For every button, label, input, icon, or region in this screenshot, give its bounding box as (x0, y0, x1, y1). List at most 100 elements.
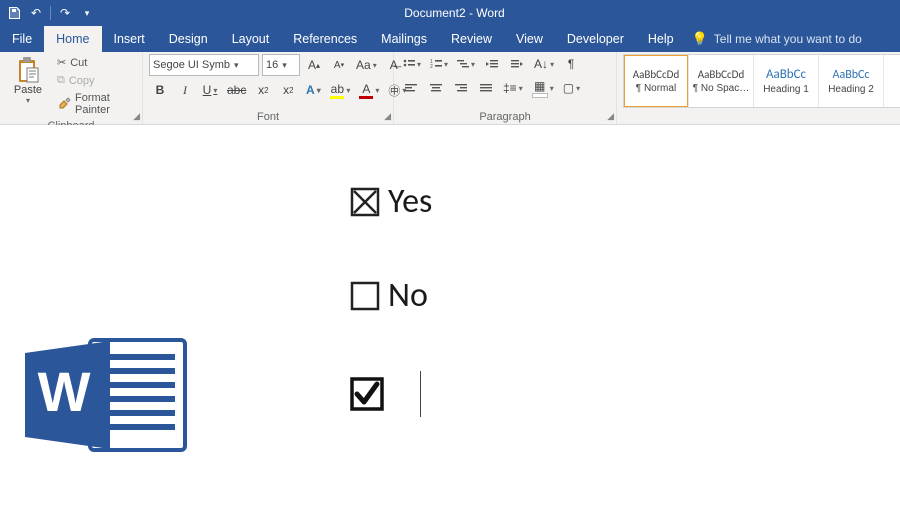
clipboard-launcher-icon[interactable]: ◢ (133, 111, 140, 122)
style-name: Heading 2 (828, 84, 874, 95)
style-title[interactable]: AaB Title (884, 55, 900, 107)
justify-button[interactable] (475, 78, 497, 98)
group-paragraph: 12 A↓ ¶ ‡≡ ▦ ▢ Paragraph ◢ (394, 52, 617, 124)
line-spacing-button[interactable]: ‡≡ (500, 78, 526, 98)
decrease-indent-button[interactable] (481, 54, 503, 74)
checkbox-empty-icon (350, 281, 380, 311)
style-heading-1[interactable]: AaBbCc Heading 1 (754, 55, 819, 107)
tab-mailings[interactable]: Mailings (369, 26, 439, 52)
save-icon[interactable] (6, 5, 22, 21)
doc-text: Yes (388, 181, 432, 222)
paste-label: Paste (14, 84, 42, 96)
doc-line-no[interactable]: No (350, 275, 428, 316)
font-launcher-icon[interactable]: ◢ (384, 111, 391, 122)
font-color-button[interactable]: A (356, 80, 382, 100)
align-right-button[interactable] (450, 78, 472, 98)
tab-home[interactable]: Home (44, 26, 101, 52)
lightbulb-icon: 💡 (692, 31, 708, 47)
align-center-button[interactable] (425, 78, 447, 98)
ribbon: Paste ▾ ✂ Cut ⧉ Copy Format Painter (0, 52, 900, 125)
show-marks-button[interactable]: ¶ (560, 54, 582, 74)
tab-layout[interactable]: Layout (220, 26, 282, 52)
cut-button[interactable]: ✂ Cut (54, 54, 136, 71)
style-name: ¶ No Spac… (693, 83, 750, 94)
multilevel-list-button[interactable] (454, 54, 478, 74)
redo-icon[interactable]: ↷ (57, 5, 73, 21)
format-painter-label: Format Painter (75, 92, 133, 116)
tab-review[interactable]: Review (439, 26, 504, 52)
cut-label: Cut (70, 57, 87, 69)
numbering-button[interactable]: 12 (427, 54, 451, 74)
format-painter-button[interactable]: Format Painter (54, 90, 136, 118)
window-title: Document2 - Word (95, 6, 814, 20)
group-clipboard: Paste ▾ ✂ Cut ⧉ Copy Format Painter (0, 52, 143, 124)
brush-icon (57, 97, 71, 111)
subscript-button[interactable]: x2 (252, 80, 274, 100)
tab-developer[interactable]: Developer (555, 26, 636, 52)
shading-button[interactable]: ▦ (529, 78, 557, 98)
shrink-font-button[interactable]: A▾ (328, 55, 350, 75)
group-paragraph-label: Paragraph (400, 109, 610, 124)
group-styles: AaBbCcDd ¶ Normal AaBbCcDd ¶ No Spac… Aa… (617, 52, 900, 124)
bold-button[interactable]: B (149, 80, 171, 100)
increase-indent-button[interactable] (506, 54, 528, 74)
quick-access-toolbar: ↶ ↷ ▾ (6, 5, 95, 21)
style-preview: AaBbCc (766, 67, 806, 82)
checkbox-checked-icon (350, 377, 384, 411)
qat-dropdown-icon[interactable]: ▾ (79, 5, 95, 21)
strikethrough-button[interactable]: abc (224, 80, 249, 100)
paste-button[interactable]: Paste ▾ (6, 54, 50, 107)
style-preview: AaBbCcDd (698, 68, 744, 81)
copy-label: Copy (69, 75, 95, 87)
qat-separator (50, 6, 51, 20)
grow-font-button[interactable]: A▴ (303, 55, 325, 75)
doc-line-check[interactable] (350, 377, 392, 411)
doc-line-yes[interactable]: Yes (350, 181, 432, 222)
document-canvas[interactable]: W Yes No (0, 125, 900, 508)
chevron-down-icon: ▾ (234, 60, 239, 71)
word-logo-icon: W (20, 335, 190, 455)
align-left-button[interactable] (400, 78, 422, 98)
chevron-down-icon: ▾ (282, 60, 287, 71)
copy-icon: ⧉ (57, 74, 65, 87)
font-size-combo[interactable]: 16▾ (262, 54, 300, 76)
tell-me-search[interactable]: 💡 Tell me what you want to do (692, 26, 862, 52)
borders-button[interactable]: ▢ (560, 78, 583, 98)
style-preview: AaBbCcDd (633, 68, 679, 81)
style-normal[interactable]: AaBbCcDd ¶ Normal (624, 55, 689, 107)
text-effects-button[interactable]: A (302, 80, 324, 100)
style-name: ¶ Normal (636, 83, 676, 94)
tab-view[interactable]: View (504, 26, 555, 52)
style-name: Heading 1 (763, 84, 809, 95)
underline-button[interactable]: U (199, 80, 221, 100)
undo-icon[interactable]: ↶ (28, 5, 44, 21)
group-font: Segoe UI Symb▾ 16▾ A▴ A▾ Aa A̶ B I U abc… (143, 52, 394, 124)
paragraph-launcher-icon[interactable]: ◢ (607, 111, 614, 122)
style-heading-2[interactable]: AaBbCc Heading 2 (819, 55, 884, 107)
svg-text:W: W (38, 360, 91, 423)
tab-file[interactable]: File (0, 26, 44, 52)
italic-button[interactable]: I (174, 80, 196, 100)
tab-insert[interactable]: Insert (102, 26, 157, 52)
bullets-button[interactable] (400, 54, 424, 74)
tab-design[interactable]: Design (157, 26, 220, 52)
sort-button[interactable]: A↓ (531, 54, 557, 74)
tab-references[interactable]: References (281, 26, 369, 52)
ribbon-tabs: File Home Insert Design Layout Reference… (0, 26, 900, 52)
group-font-label: Font (149, 109, 387, 124)
checkbox-crossed-icon (350, 187, 380, 217)
highlight-color-button[interactable]: ab (327, 80, 353, 100)
style-no-spacing[interactable]: AaBbCcDd ¶ No Spac… (689, 55, 754, 107)
scissors-icon: ✂ (57, 56, 66, 69)
tab-help[interactable]: Help (636, 26, 686, 52)
font-name-combo[interactable]: Segoe UI Symb▾ (149, 54, 259, 76)
doc-text: No (388, 275, 428, 316)
styles-gallery[interactable]: AaBbCcDd ¶ Normal AaBbCcDd ¶ No Spac… Aa… (623, 54, 900, 108)
superscript-button[interactable]: x2 (277, 80, 299, 100)
tell-me-placeholder: Tell me what you want to do (714, 32, 862, 46)
chevron-down-icon: ▾ (26, 96, 30, 105)
title-bar: ↶ ↷ ▾ Document2 - Word (0, 0, 900, 26)
change-case-button[interactable]: Aa (353, 55, 380, 75)
copy-button[interactable]: ⧉ Copy (54, 72, 136, 89)
clipboard-icon (16, 56, 40, 84)
